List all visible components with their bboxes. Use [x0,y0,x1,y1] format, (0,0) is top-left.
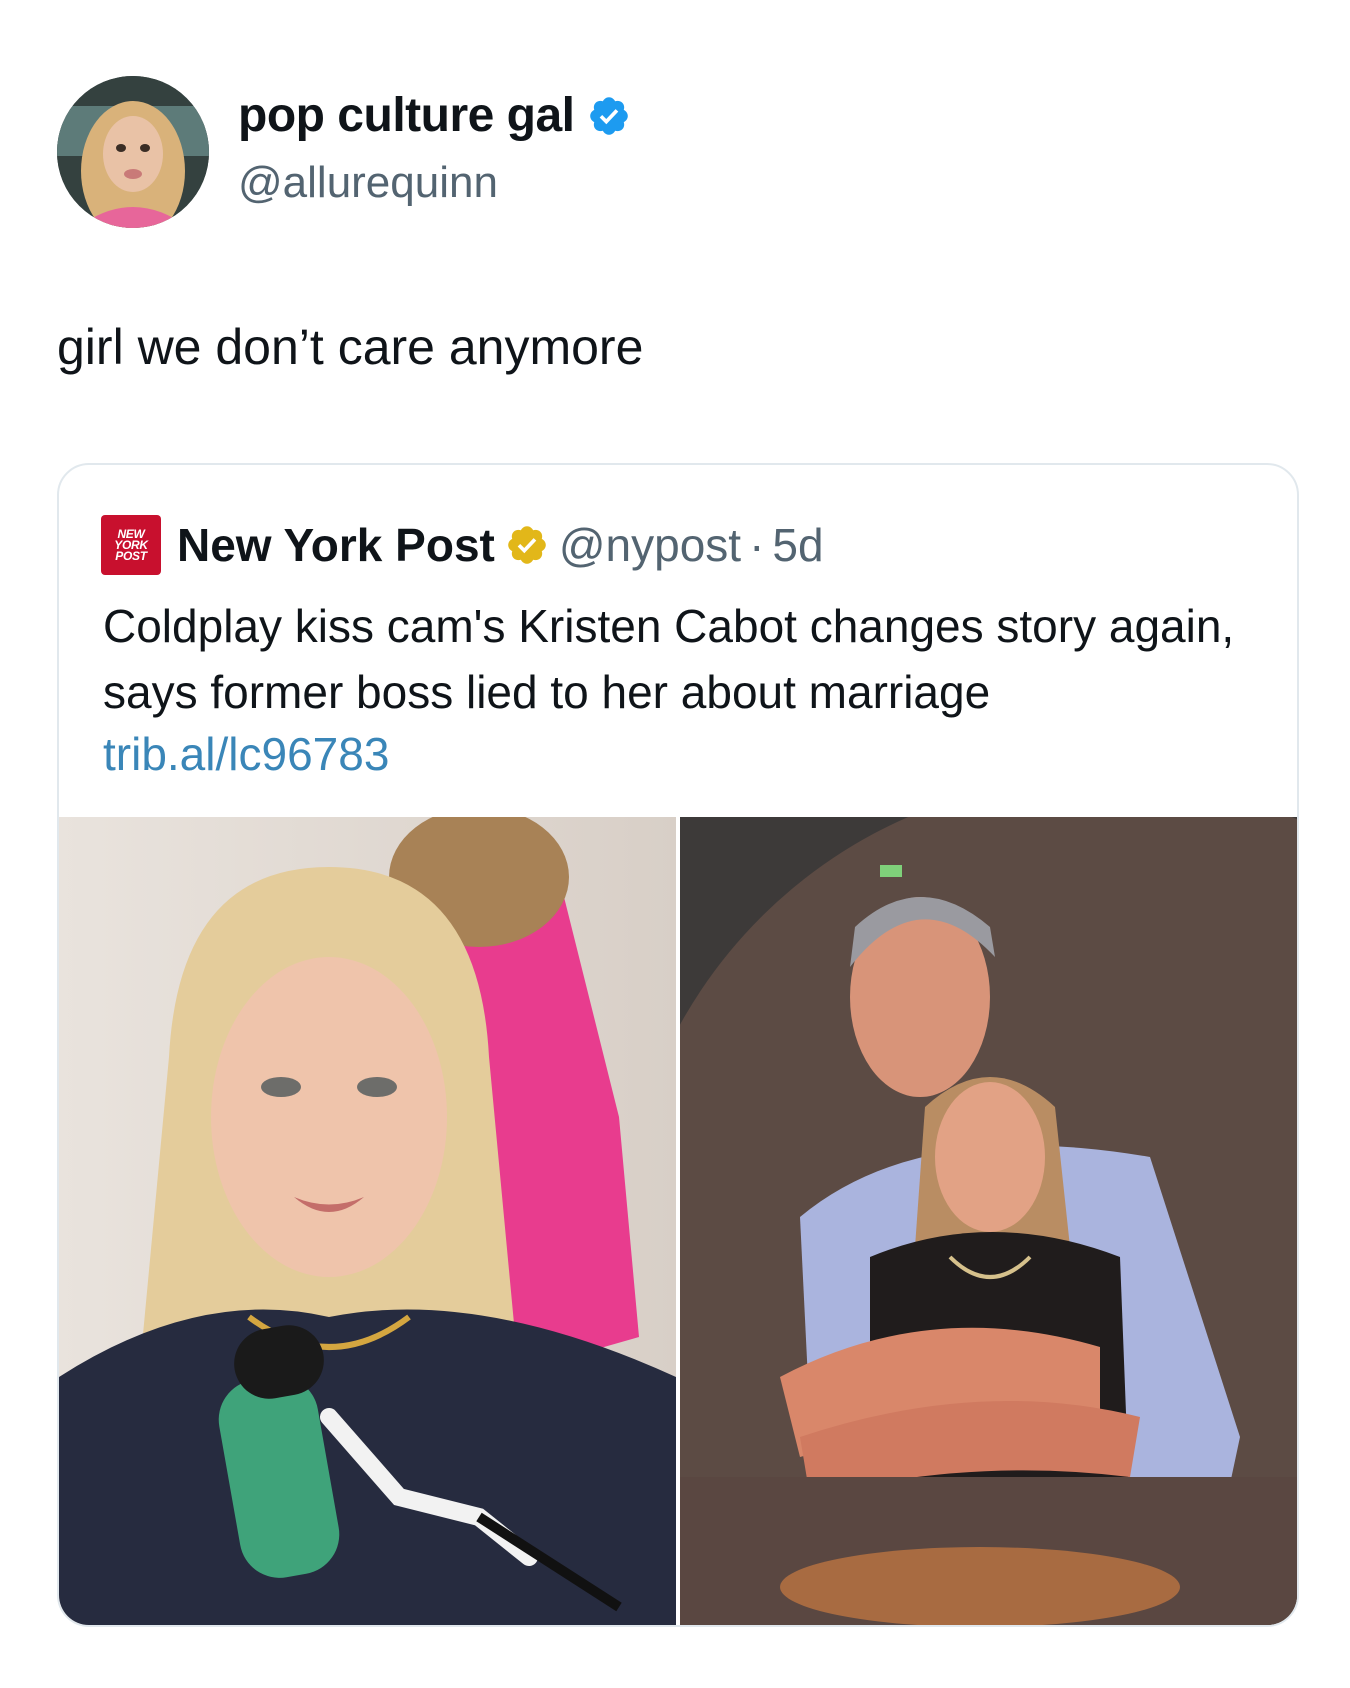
quoted-author-handle[interactable]: @nypost [559,518,741,572]
quoted-author-name[interactable]: New York Post [177,518,495,572]
podcast-interview-photo[interactable] [59,817,676,1625]
quoted-tweet-card[interactable]: NEW YORK POST New York Post @nypost · 5d… [57,463,1299,1627]
verified-gold-badge-icon [508,526,546,564]
quoted-timestamp[interactable]: 5d [772,518,823,572]
quoted-link[interactable]: trib.al/lc96783 [103,727,389,781]
quoted-headline: Coldplay kiss cam's Kristen Cabot change… [103,600,1235,718]
separator-dot: · [749,519,765,571]
author-handle[interactable]: @allurequinn [238,158,498,208]
quoted-tweet-header: NEW YORK POST New York Post @nypost · 5d [101,515,824,575]
avatar-image [57,76,209,228]
tweet-text: girl we don’t care anymore [57,319,644,375]
logo-line-3: POST [115,548,147,563]
kiss-cam-photo[interactable] [680,817,1297,1625]
interview-image [59,817,676,1625]
nypost-logo-icon[interactable]: NEW YORK POST [101,515,161,575]
author-display-name[interactable]: pop culture gal [238,88,575,143]
quoted-media [59,817,1297,1625]
kiss-cam-image [680,817,1297,1625]
author-display-name-row: pop culture gal [238,88,631,143]
verified-badge-icon [589,96,628,135]
author-avatar[interactable] [57,76,209,228]
